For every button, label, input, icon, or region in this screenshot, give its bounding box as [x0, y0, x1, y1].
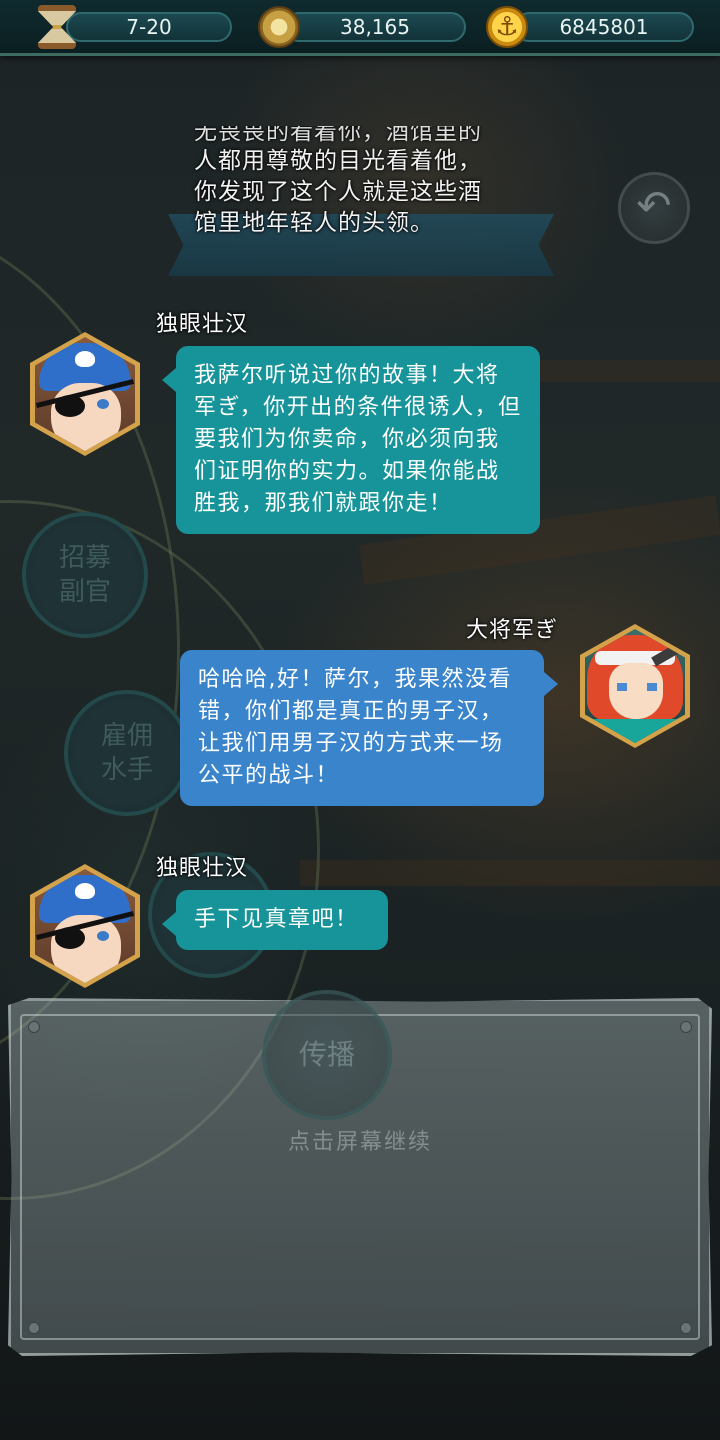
dialogue-bubble-3: 手下见真章吧！ [162, 890, 388, 950]
dialogue-bubble-1: 我萨尔听说过你的故事！大将军ぎ，你开出的条件很诱人，但要我们为你卖命，你必须向我… [162, 346, 540, 534]
rivet-icon [680, 1322, 692, 1334]
tap-to-continue-hint: 点击屏幕继续 [287, 1130, 432, 1155]
gold-value: 6845801 [559, 15, 649, 39]
hire-sailors-label: 雇佣水手 [100, 721, 153, 785]
speaker-name-1: 独眼壮汉 [156, 312, 249, 337]
back-arrow-icon: ↶ [636, 181, 672, 230]
speaker-name-3: 独眼壮汉 [156, 856, 249, 881]
stage-value: 7-20 [126, 15, 172, 39]
anchor-icon: ⚓ [486, 6, 528, 48]
rivet-icon [28, 1322, 40, 1334]
narration-line-2: 你发现了这个人就是这些酒 [194, 179, 482, 205]
gold-pill: 6845801 [514, 12, 694, 42]
dialogue-text-1: 我萨尔听说过你的故事！大将军ぎ，你开出的条件很诱人，但要我们为你卖命，你必须向我… [194, 363, 522, 516]
hire-sailors-button[interactable]: 雇佣水手 [64, 690, 190, 816]
speaker-name-2: 大将军ぎ [466, 618, 559, 643]
compass-pill: 38,165 [284, 12, 466, 42]
rivet-icon [28, 1021, 40, 1033]
compass-value: 38,165 [340, 15, 410, 39]
back-button[interactable]: ↶ [618, 172, 690, 244]
recruit-officer-button[interactable]: 招募副官 [22, 512, 148, 638]
dialogue-text-2: 哈哈哈,好！萨尔，我果然没看错，你们都是真正的男子汉，让我们用男子汉的方式来一场… [198, 667, 512, 788]
rivet-icon [680, 1021, 692, 1033]
resource-bar: 7-20 38,165 6845801 ⚓ [0, 0, 720, 56]
stage-pill: 7-20 [66, 12, 232, 42]
narration-line-1: 人都用尊敬的目光看着他， [194, 148, 482, 174]
broadcast-button[interactable]: 传播 [262, 990, 392, 1120]
compass-icon [258, 6, 300, 48]
dialogue-bubble-2: 哈哈哈,好！萨尔，我果然没看错，你们都是真正的男子汉，让我们用男子汉的方式来一场… [180, 650, 558, 806]
narration-text: 无畏畏的看着你，酒馆里的 人都用尊敬的目光看着他， 你发现了这个人就是这些酒 馆… [194, 126, 534, 239]
dialogue-text-3: 手下见真章吧！ [194, 907, 359, 932]
broadcast-label: 传播 [298, 1038, 355, 1071]
narration-line-partial: 无畏畏的看着你，酒馆里的 [194, 126, 482, 145]
narration-line-3: 馆里地年轻人的头领。 [194, 210, 434, 236]
recruit-officer-label: 招募副官 [58, 543, 111, 607]
